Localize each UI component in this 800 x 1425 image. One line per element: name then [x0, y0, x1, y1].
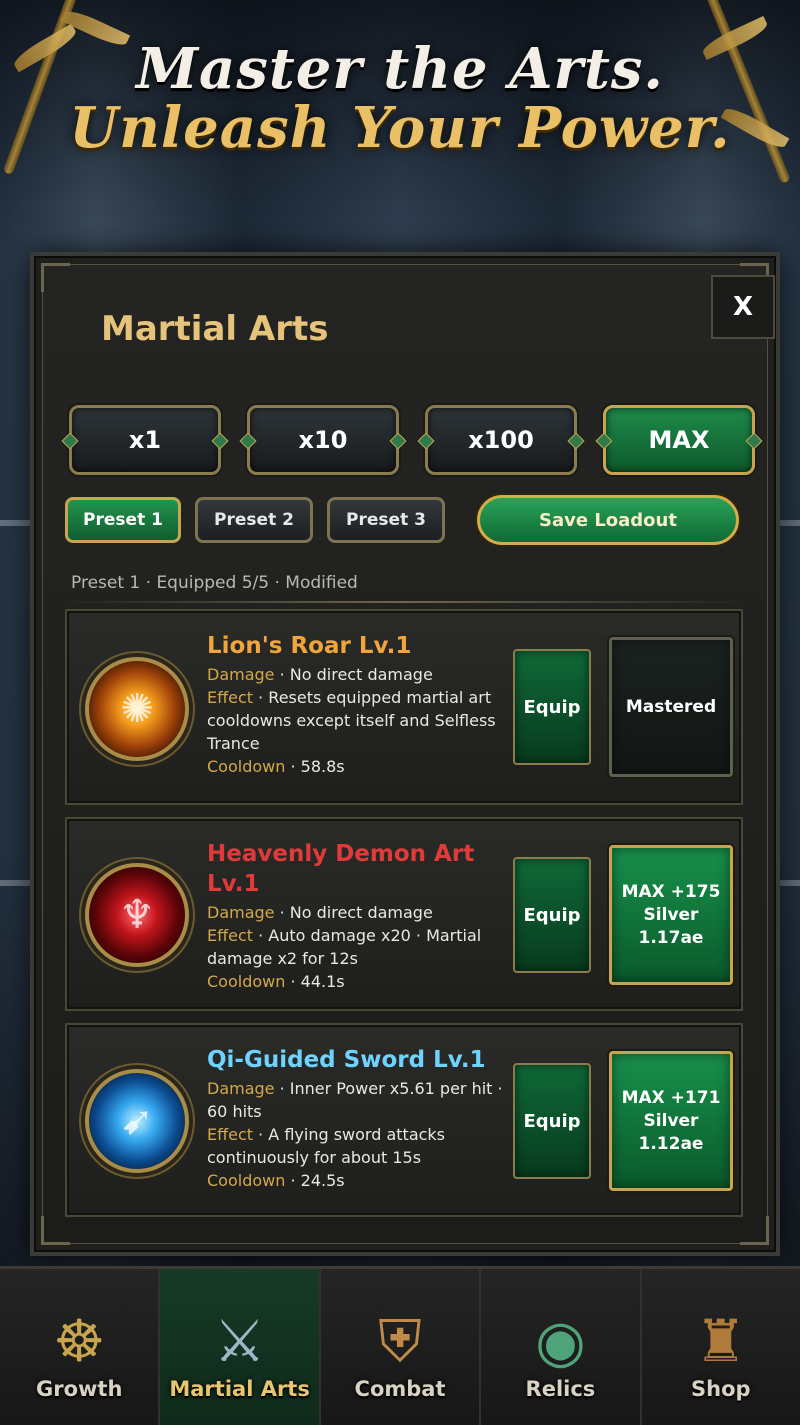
sword-book-icon: ⚔: [213, 1307, 266, 1375]
upgrade-cost: Silver 1.17ae: [638, 904, 704, 948]
nav-label: Relics: [525, 1377, 596, 1401]
skill-cooldown: Cooldown · 24.5s: [207, 1171, 345, 1190]
mastered-button[interactable]: Mastered: [609, 637, 733, 777]
qi-sword-icon: ➹: [85, 1069, 189, 1173]
skill-damage: Damage · Inner Power x5.61 per hit · 60 …: [207, 1079, 503, 1121]
skill-cooldown: Cooldown · 44.1s: [207, 972, 345, 991]
skill-card-lions-roar: ✺ Lion's Roar Lv.1 Damage · No direct da…: [65, 609, 743, 805]
skill-info: Qi-Guided Sword Lv.1 Damage · Inner Powe…: [207, 1045, 503, 1192]
frame-corner: [41, 263, 70, 292]
nav-shop[interactable]: ♜ Shop: [642, 1269, 800, 1425]
preset-2-button[interactable]: Preset 2: [195, 497, 313, 543]
bottom-nav: ☸ Growth ⚔ Martial Arts ⛨ Combat ◉ Relic…: [0, 1266, 800, 1425]
demon-figure-icon: ♆: [85, 863, 189, 967]
equip-button[interactable]: Equip: [513, 649, 591, 765]
promo-headline: Master the Arts. Unleash Your Power.: [0, 40, 800, 158]
nav-relics[interactable]: ◉ Relics: [481, 1269, 642, 1425]
nav-label: Combat: [354, 1377, 446, 1401]
skill-info: Lion's Roar Lv.1 Damage · No direct dama…: [207, 631, 503, 778]
upgrade-level: MAX +171: [621, 1087, 721, 1108]
skill-damage: Damage · No direct damage: [207, 665, 433, 684]
skill-name: Qi-Guided Sword Lv.1: [207, 1047, 486, 1073]
martial-arts-panel: Martial Arts X x1 x10 x100 MAX Preset 1 …: [30, 252, 780, 1256]
skill-info: Heavenly Demon Art Lv.1 Damage · No dire…: [207, 839, 503, 993]
skill-name: Heavenly Demon Art Lv.1: [207, 841, 475, 897]
skill-effect: Effect · A flying sword attacks continuo…: [207, 1125, 446, 1167]
upgrade-max-button[interactable]: MAX +175 Silver 1.17ae: [609, 845, 733, 985]
panel-title: Martial Arts: [101, 309, 329, 349]
treasure-bag-icon: ♜: [694, 1307, 747, 1375]
nav-label: Martial Arts: [169, 1377, 310, 1401]
skill-card-qi-guided-sword: ➹ Qi-Guided Sword Lv.1 Damage · Inner Po…: [65, 1023, 743, 1217]
multiplier-x1-button[interactable]: x1: [69, 405, 221, 475]
headline-line1: Master the Arts.: [136, 36, 664, 102]
nav-label: Growth: [35, 1377, 123, 1401]
skill-card-heavenly-demon-art: ♆ Heavenly Demon Art Lv.1 Damage · No di…: [65, 817, 743, 1011]
multiplier-x10-button[interactable]: x10: [247, 405, 399, 475]
skill-cooldown: Cooldown · 58.8s: [207, 757, 345, 776]
meditation-icon: ☸: [53, 1307, 106, 1375]
lion-fire-icon: ✺: [85, 657, 189, 761]
jade-disc-icon: ◉: [535, 1307, 586, 1375]
headline-line2: Unleash Your Power.: [69, 94, 731, 161]
equip-button[interactable]: Equip: [513, 1063, 591, 1179]
upgrade-max-button[interactable]: MAX +171 Silver 1.12ae: [609, 1051, 733, 1191]
frame-corner: [41, 1216, 70, 1245]
upgrade-cost: Silver 1.12ae: [638, 1110, 704, 1154]
nav-label: Shop: [691, 1377, 751, 1401]
skill-effect: Effect · Resets equipped martial art coo…: [207, 688, 496, 753]
skill-name: Lion's Roar Lv.1: [207, 633, 412, 659]
save-loadout-button[interactable]: Save Loadout: [477, 495, 739, 545]
skill-damage: Damage · No direct damage: [207, 903, 433, 922]
preset-status: Preset 1 · Equipped 5/5 · Modified: [71, 573, 358, 593]
close-button[interactable]: X: [711, 275, 775, 339]
nav-combat[interactable]: ⛨ Combat: [321, 1269, 482, 1425]
crossed-swords-shield-icon: ⛨: [378, 1306, 422, 1375]
preset-1-button[interactable]: Preset 1: [65, 497, 181, 543]
nav-martial-arts[interactable]: ⚔ Martial Arts: [160, 1269, 321, 1425]
equip-button[interactable]: Equip: [513, 857, 591, 973]
multiplier-row: x1 x10 x100 MAX: [69, 405, 759, 479]
panel-frame: Martial Arts X x1 x10 x100 MAX Preset 1 …: [41, 263, 775, 1245]
divider: [63, 601, 747, 603]
frame-corner: [740, 1216, 769, 1245]
skill-effect: Effect · Auto damage x20 · Martial damag…: [207, 926, 482, 968]
nav-growth[interactable]: ☸ Growth: [0, 1269, 161, 1425]
multiplier-max-button[interactable]: MAX: [603, 405, 755, 475]
preset-3-button[interactable]: Preset 3: [327, 497, 445, 543]
upgrade-level: MAX +175: [621, 881, 721, 902]
multiplier-x100-button[interactable]: x100: [425, 405, 577, 475]
